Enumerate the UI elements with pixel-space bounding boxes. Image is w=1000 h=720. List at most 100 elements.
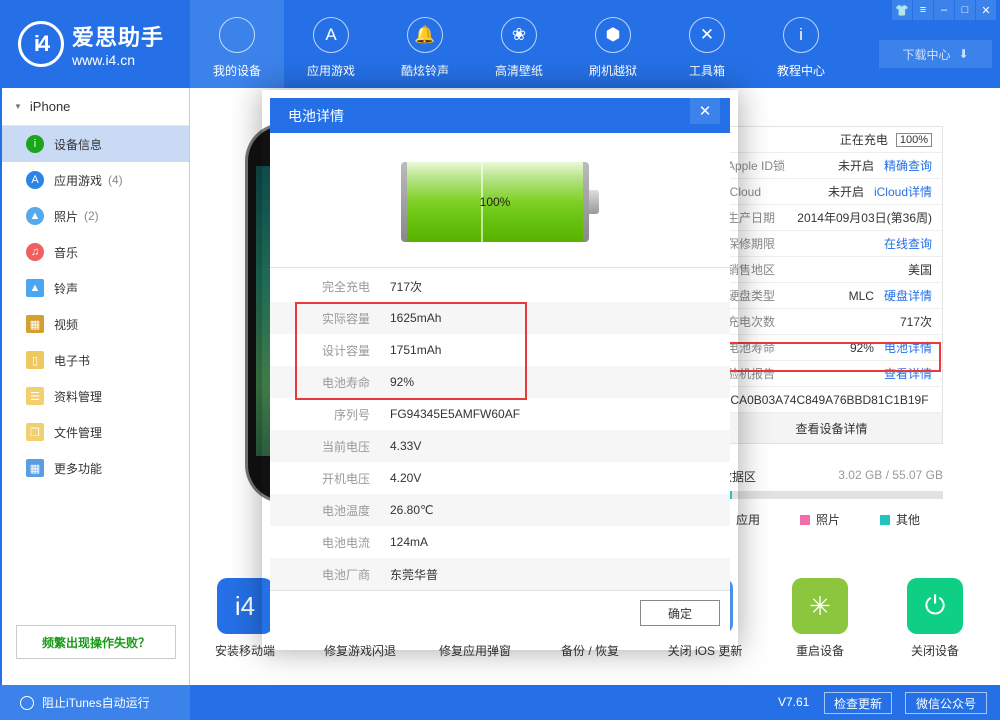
skin-icon[interactable]: 👕 (892, 0, 912, 20)
info-link[interactable]: iCloud详情 (874, 185, 932, 199)
battery-fill: 100% (407, 162, 583, 242)
sidebar-item-3[interactable]: ♫ 音乐 (2, 234, 189, 270)
info-icon: i (26, 135, 44, 153)
block-itunes-toggle[interactable]: 阻止iTunes自动运行 (0, 685, 190, 720)
box-icon: ⬢ (595, 17, 631, 53)
legend-label: 应用 (736, 513, 761, 527)
detail-label: 电池电流 (321, 535, 370, 550)
version-label: V7.61 (778, 695, 810, 709)
music-icon: ♫ (26, 243, 44, 261)
tool-6[interactable]: ⏻ 关闭设备 (880, 578, 990, 659)
nav-item-3[interactable]: ❀ 高清壁纸 (472, 0, 566, 88)
info-row: 充电次数 717次 (721, 309, 942, 335)
info-link[interactable]: 精确查询 (884, 159, 932, 173)
bell-icon: 🔔 (407, 17, 443, 53)
sidebar: ▼ iPhone i 设备信息 A 应用游戏 (4) ▲ 照片 (2) ♫ 音乐 ▲ 铃声 ▦ 视频 ▯ 电子… (0, 88, 190, 685)
info-row: 保修期限 在线查询 (721, 231, 942, 257)
flower-icon: ❀ (501, 17, 537, 53)
info-value: 未开启 (827, 185, 864, 199)
tool-5[interactable]: ✳ 重启设备 (765, 578, 875, 659)
sidebar-item-count: (2) (84, 209, 99, 223)
sidebar-item-4[interactable]: ▲ 铃声 (2, 270, 189, 306)
divider (270, 590, 730, 591)
battery-tip (589, 190, 599, 214)
battery-detail-row: 电池电流 124mA (270, 526, 730, 558)
sidebar-item-label: 更多功能 (54, 461, 103, 476)
frequent-failure-button[interactable]: 频繁出现操作失败？ (16, 625, 176, 659)
sidebar-item-label: 电子书 (54, 353, 91, 368)
logo-mark: i4 (18, 21, 64, 67)
sidebar-item-9[interactable]: ▦ 更多功能 (2, 450, 189, 486)
maximize-icon[interactable]: □ (955, 0, 975, 20)
sidebar-item-label: 文件管理 (54, 425, 103, 440)
sidebar-item-2[interactable]: ▲ 照片 (2) (2, 198, 189, 234)
app-logo: i4 爱思助手 www.i4.cn (18, 20, 164, 68)
info-row: 生产日期 2014年09月03日(第36周) (721, 205, 942, 231)
nav-label: 刷机越狱 (588, 64, 637, 78)
sidebar-item-label: 应用游戏 (54, 173, 103, 188)
divider (270, 267, 730, 268)
detail-value: 东莞华普 (390, 567, 439, 582)
close-icon[interactable]: ✕ (976, 0, 996, 20)
legend-swatch (800, 515, 811, 525)
restart-icon: ✳ (792, 578, 848, 634)
battery-detail-row: 电池温度 26.80℃ (270, 494, 730, 526)
tool-label: 重启设备 (795, 644, 844, 658)
detail-label: 开机电压 (321, 471, 370, 486)
battery-detail-row: 开机电压 4.20V (270, 462, 730, 494)
info-row: 销售地区 美国 (721, 257, 942, 283)
bottom-bar: 阻止iTunes自动运行 V7.61 检查更新 微信公众号 (0, 685, 1000, 720)
device-header[interactable]: ▼ iPhone (2, 88, 189, 126)
nav-item-2[interactable]: 🔔 酷炫铃声 (378, 0, 472, 88)
download-center-button[interactable]: 下载中心 ⬇ (879, 40, 992, 68)
app-url: www.i4.cn (72, 52, 136, 68)
ok-button[interactable]: 确定 (640, 600, 720, 626)
check-update-button[interactable]: 检查更新 (824, 692, 892, 714)
main-nav: 我的设备 A 应用游戏 🔔 酷炫铃声 ❀ 高清壁纸 ⬢ 刷机越狱 ✕ 工具箱 i 教程中心 (190, 0, 848, 88)
battery-life-highlight (724, 342, 941, 372)
detail-label: 电池厂商 (321, 567, 370, 582)
capacity-highlight (295, 302, 527, 400)
sidebar-item-0[interactable]: i 设备信息 (2, 126, 189, 162)
sidebar-item-8[interactable]: ❐ 文件管理 (2, 414, 189, 450)
legend-label: 照片 (816, 513, 841, 527)
view-device-details-button[interactable]: 查看设备详情 (721, 413, 942, 443)
detail-label: 当前电压 (321, 439, 370, 454)
detail-label: 完全充电 (321, 279, 370, 294)
nav-label: 应用游戏 (306, 64, 355, 78)
sidebar-item-label: 设备信息 (54, 137, 103, 152)
info-link[interactable]: 在线查询 (884, 237, 932, 251)
download-arrow-icon: ⬇ (958, 47, 969, 61)
info-link[interactable]: 硬盘详情 (884, 289, 932, 303)
battery-graphic: 100% (401, 162, 599, 244)
detail-value: 717次 (390, 279, 423, 294)
sidebar-item-5[interactable]: ▦ 视频 (2, 306, 189, 342)
nav-label: 工具箱 (688, 64, 725, 78)
battery-level-text: 100% (479, 195, 511, 209)
tools-icon: ✕ (689, 17, 725, 53)
nav-item-4[interactable]: ⬢ 刷机越狱 (566, 0, 660, 88)
storage-section: 数据区 3.02 GB / 55.07 GB 应用 照片 其他 (720, 468, 943, 528)
power-icon: ⏻ (907, 578, 963, 634)
collapse-triangle-icon: ▼ (14, 102, 22, 111)
detail-value: 4.20V (390, 471, 422, 485)
detail-value: 4.33V (390, 439, 422, 453)
nav-item-5[interactable]: ✕ 工具箱 (660, 0, 754, 88)
close-icon[interactable]: ✕ (690, 98, 720, 124)
nav-item-1[interactable]: A 应用游戏 (284, 0, 378, 88)
nav-item-0[interactable]: 我的设备 (190, 0, 284, 88)
info-value: 2014年09月03日(第36周) (797, 211, 932, 225)
sidebar-item-1[interactable]: A 应用游戏 (4) (2, 162, 189, 198)
sidebar-item-7[interactable]: ☰ 资料管理 (2, 378, 189, 414)
file-icon: ❐ (26, 423, 44, 441)
battery-detail-row: 当前电压 4.33V (270, 430, 730, 462)
info-row: 硬盘类型 MLC 硬盘详情 (721, 283, 942, 309)
wechat-button[interactable]: 微信公众号 (905, 692, 987, 714)
menu-icon[interactable]: ≡ (913, 0, 933, 20)
nav-label: 教程中心 (776, 64, 825, 78)
nav-item-6[interactable]: i 教程中心 (754, 0, 848, 88)
minimize-icon[interactable]: – (934, 0, 954, 20)
info-value: MLC (848, 289, 874, 303)
sidebar-item-6[interactable]: ▯ 电子书 (2, 342, 189, 378)
sidebar-item-label: 资料管理 (54, 389, 103, 404)
